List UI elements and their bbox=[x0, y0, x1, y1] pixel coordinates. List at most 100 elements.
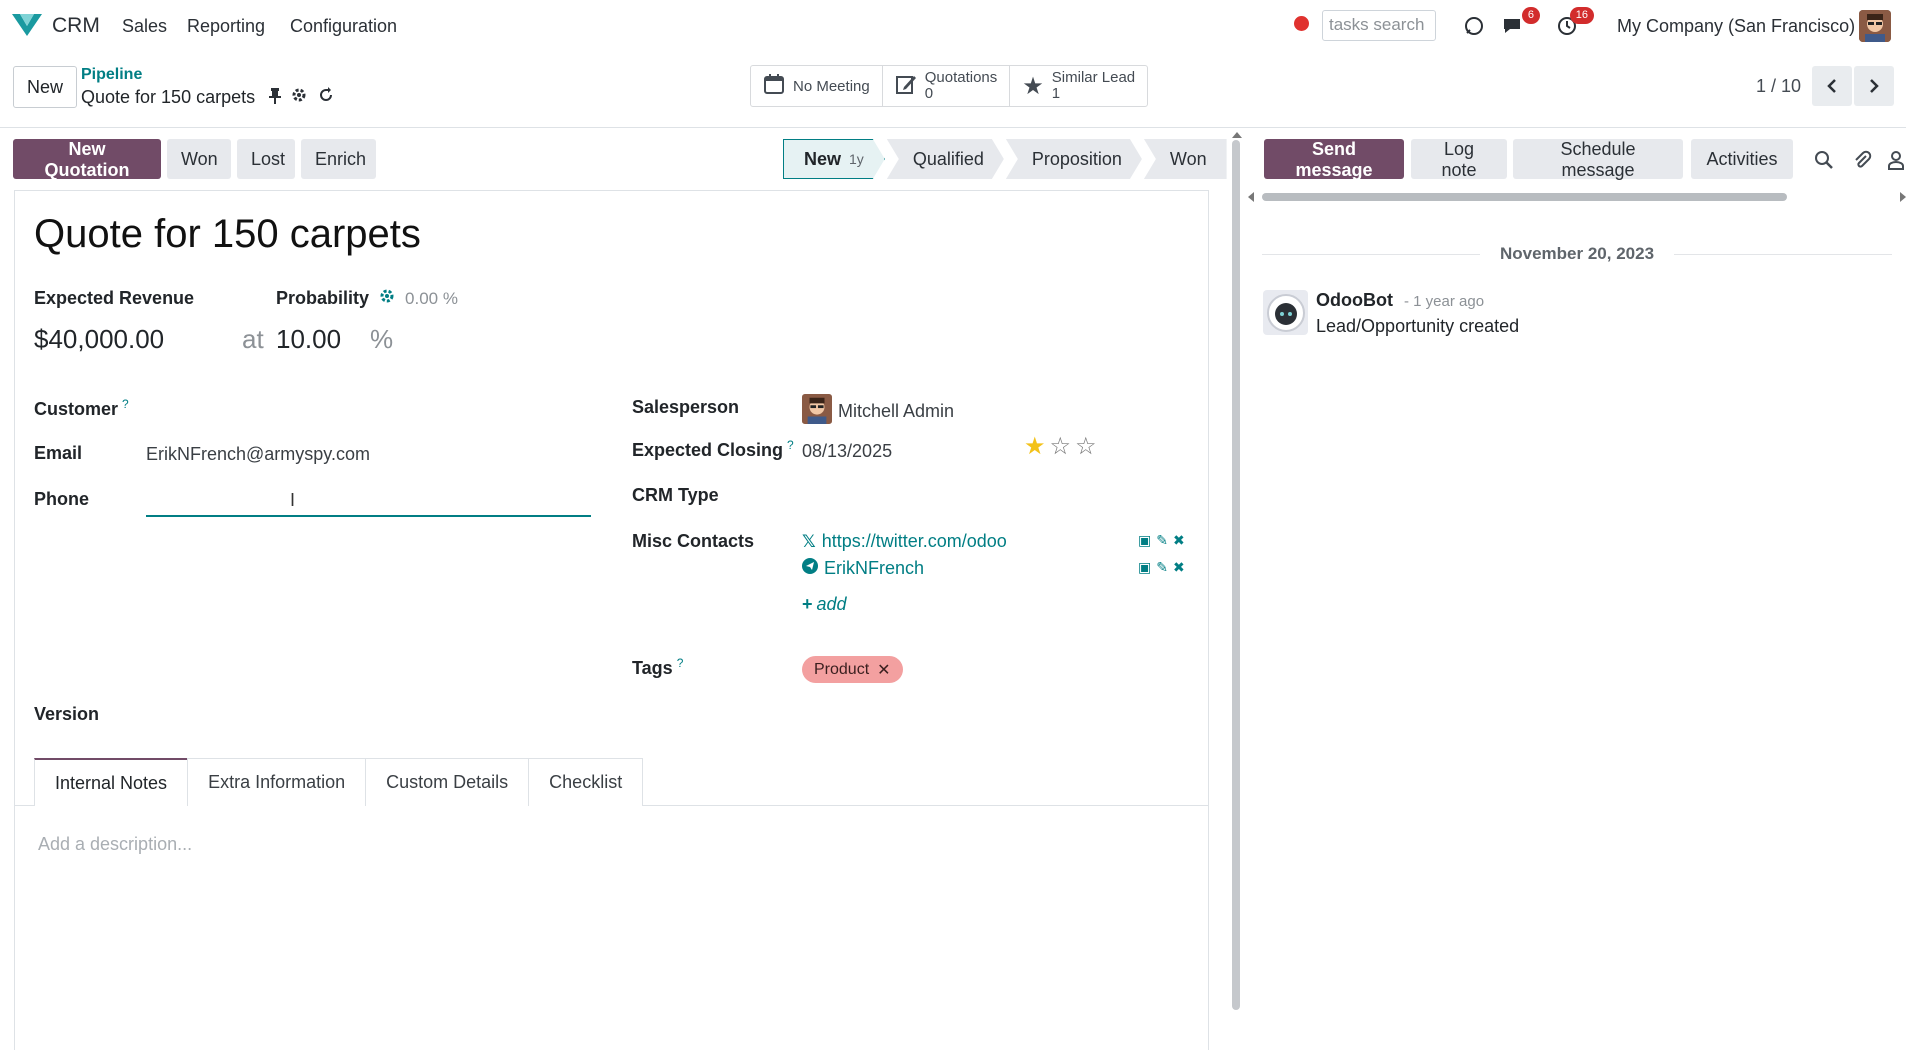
discard-changes-icon[interactable] bbox=[317, 86, 335, 109]
search-icon[interactable] bbox=[1812, 148, 1836, 172]
stage-won[interactable]: Won bbox=[1143, 139, 1227, 179]
gear-icon[interactable] bbox=[291, 87, 307, 108]
scroll-left-arrow-icon[interactable] bbox=[1248, 192, 1254, 202]
quotations-label: Quotations bbox=[924, 69, 998, 86]
stage-proposition[interactable]: Proposition bbox=[1006, 139, 1142, 179]
tags-label-text: Tags bbox=[632, 658, 673, 678]
add-contact-button[interactable]: + add bbox=[802, 594, 847, 615]
phone-field[interactable] bbox=[146, 489, 591, 513]
text-cursor-icon: I bbox=[290, 490, 296, 510]
opportunity-title[interactable]: Quote for 150 carpets bbox=[34, 212, 421, 257]
tasks-search-input[interactable]: tasks search bbox=[1322, 10, 1436, 41]
log-note-button[interactable]: Log note bbox=[1411, 139, 1507, 180]
similar-lead-smart-button[interactable]: ★ Similar Lead 1 bbox=[1010, 66, 1147, 106]
expected-revenue-label: Expected Revenue bbox=[34, 288, 195, 308]
copy-icon[interactable]: ▣ bbox=[1138, 559, 1151, 576]
stage-pipeline: New 1y Qualified Proposition Won bbox=[783, 139, 1227, 179]
breadcrumb-pipeline-link[interactable]: Pipeline bbox=[81, 66, 142, 84]
followers-icon[interactable] bbox=[1884, 148, 1906, 172]
form-sheet bbox=[14, 190, 1209, 1050]
company-switcher[interactable]: My Company (San Francisco) bbox=[1617, 16, 1855, 37]
separator-line bbox=[1262, 253, 1480, 255]
quotations-smart-button[interactable]: Quotations 0 bbox=[883, 66, 1011, 106]
description-editor[interactable]: Add a description... bbox=[38, 834, 192, 855]
message-author[interactable]: OdooBot bbox=[1316, 290, 1393, 310]
new-record-button[interactable]: New bbox=[13, 66, 77, 108]
message-header: OdooBot - 1 year ago bbox=[1316, 290, 1484, 311]
breadcrumb-current: Quote for 150 carpets bbox=[81, 87, 256, 107]
control-panel-divider bbox=[0, 127, 1906, 128]
customer-label-text: Customer bbox=[34, 399, 119, 419]
edit-icon[interactable]: ✎ bbox=[1156, 532, 1168, 549]
notebook-tabs: Internal Notes Extra Information Custom … bbox=[14, 758, 1209, 806]
activities-button[interactable]: Activities bbox=[1691, 139, 1793, 179]
activities-clock-icon[interactable]: 16 bbox=[1554, 7, 1594, 39]
tag-remove-icon[interactable]: ✕ bbox=[877, 660, 890, 680]
menu-configuration[interactable]: Configuration bbox=[290, 16, 397, 37]
at-separator: at bbox=[242, 324, 264, 354]
phone-field-underline bbox=[146, 515, 591, 517]
remove-icon[interactable]: ✖ bbox=[1173, 559, 1185, 576]
expected-closing-label: Expected Closing? bbox=[632, 438, 794, 461]
priority-star-3-icon[interactable]: ☆ bbox=[1075, 435, 1097, 459]
misc-contact-twitter: 𝕏 https://twitter.com/odoo bbox=[802, 531, 1007, 552]
customer-help-icon[interactable]: ? bbox=[122, 397, 129, 411]
priority-star-2-icon[interactable]: ☆ bbox=[1050, 435, 1072, 459]
message-time: - 1 year ago bbox=[1404, 293, 1485, 310]
smart-buttons: No Meeting Quotations 0 ★ Similar Lead 1 bbox=[750, 65, 1149, 107]
menu-reporting[interactable]: Reporting bbox=[187, 16, 265, 37]
tab-custom-details[interactable]: Custom Details bbox=[365, 758, 530, 806]
tab-extra-information[interactable]: Extra Information bbox=[187, 758, 367, 806]
app-brand[interactable]: CRM bbox=[52, 14, 100, 38]
tags-label: Tags? bbox=[632, 656, 683, 679]
probability-field[interactable]: 10.00 bbox=[276, 324, 341, 355]
form-scrollbar[interactable] bbox=[1232, 140, 1240, 1010]
closing-help-icon[interactable]: ? bbox=[787, 438, 794, 452]
pager-previous-button[interactable] bbox=[1812, 66, 1852, 106]
priority-star-1-icon[interactable]: ★ bbox=[1024, 435, 1046, 459]
expected-closing-label-text: Expected Closing bbox=[632, 440, 784, 460]
email-field[interactable]: ErikNFrench@armyspy.com bbox=[146, 444, 370, 465]
discuss-icon[interactable] bbox=[1461, 13, 1487, 39]
twitter-link[interactable]: https://twitter.com/odoo bbox=[822, 531, 1007, 552]
copy-icon[interactable]: ▣ bbox=[1138, 532, 1151, 549]
stage-new[interactable]: New 1y bbox=[783, 139, 885, 179]
crm-logo-icon[interactable] bbox=[10, 10, 44, 40]
phone-label: Phone bbox=[34, 489, 90, 509]
telegram-link[interactable]: ErikNFrench bbox=[824, 558, 924, 579]
tab-checklist[interactable]: Checklist bbox=[528, 758, 644, 806]
stage-qualified[interactable]: Qualified bbox=[887, 139, 1004, 179]
meeting-smart-button[interactable]: No Meeting bbox=[751, 66, 883, 106]
won-button[interactable]: Won bbox=[167, 139, 231, 179]
send-message-button[interactable]: Send message bbox=[1264, 139, 1404, 180]
pager-next-button[interactable] bbox=[1854, 66, 1894, 106]
menu-sales[interactable]: Sales bbox=[122, 16, 167, 37]
expected-closing-field[interactable]: 08/13/2025 bbox=[802, 441, 892, 462]
edit-icon[interactable]: ✎ bbox=[1156, 559, 1168, 576]
salesperson-field[interactable]: Mitchell Admin bbox=[802, 394, 954, 429]
telegram-icon bbox=[802, 558, 818, 579]
pin-icon[interactable] bbox=[269, 87, 282, 108]
meeting-label: No Meeting bbox=[793, 77, 870, 95]
cog-icon[interactable] bbox=[379, 288, 395, 309]
expected-revenue-field[interactable]: $40,000.00 bbox=[34, 324, 164, 355]
quotations-count: 0 bbox=[924, 85, 934, 102]
user-avatar[interactable] bbox=[1859, 10, 1891, 42]
new-quotation-button[interactable]: New Quotation bbox=[13, 139, 161, 180]
tab-internal-notes[interactable]: Internal Notes bbox=[34, 758, 189, 806]
enrich-button[interactable]: Enrich bbox=[301, 139, 376, 179]
pager-value[interactable]: 1 / 10 bbox=[1756, 76, 1801, 97]
messages-icon[interactable]: 6 bbox=[1500, 7, 1540, 39]
lost-button[interactable]: Lost bbox=[237, 139, 295, 179]
recording-indicator-icon[interactable] bbox=[1294, 16, 1309, 31]
scroll-right-arrow-icon[interactable] bbox=[1900, 192, 1906, 202]
salesperson-avatar bbox=[802, 394, 832, 429]
remove-icon[interactable]: ✖ bbox=[1173, 532, 1185, 549]
scroll-up-arrow-icon[interactable] bbox=[1232, 132, 1242, 138]
paperclip-icon[interactable] bbox=[1850, 148, 1874, 172]
schedule-message-button[interactable]: Schedule message bbox=[1513, 139, 1683, 180]
chatter-horizontal-scrollbar[interactable] bbox=[1262, 193, 1787, 201]
odoobot-avatar[interactable] bbox=[1263, 290, 1308, 335]
tags-help-icon[interactable]: ? bbox=[677, 656, 684, 670]
twitter-contact-tools: ▣ ✎ ✖ bbox=[1138, 532, 1185, 549]
